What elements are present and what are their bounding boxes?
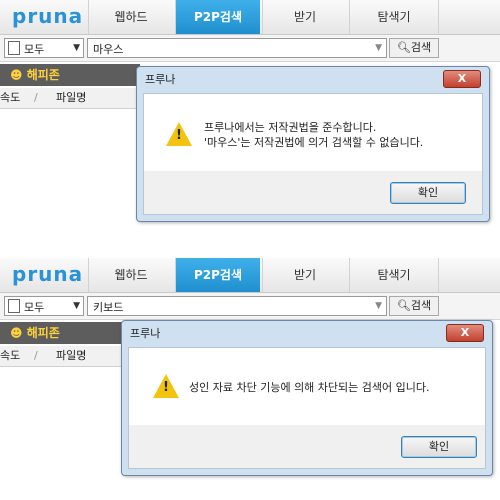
tab-explorer[interactable]: 탐색기	[349, 258, 439, 292]
smiley-icon: ☻	[10, 326, 27, 340]
search-query-text: 키보드	[93, 301, 124, 314]
tab-downloads[interactable]: 받기	[262, 258, 347, 292]
pruna-logo: pruna	[12, 4, 84, 28]
search-scope-dropdown[interactable]: 모두 ▼	[4, 38, 84, 58]
tab-webhard[interactable]: 웹하드	[88, 258, 173, 292]
tab-p2p-search[interactable]: P2P검색	[175, 258, 260, 292]
column-filename[interactable]: 파일명	[56, 88, 86, 108]
search-button-label: 검색	[410, 299, 432, 312]
dialog-message-line-2: '마우스'는 저작권법에 의거 검색할 수 없습니다.	[204, 136, 424, 149]
search-scope-value: 모두	[24, 301, 45, 314]
happy-zone-label: 해피존	[26, 68, 60, 82]
search-bar: 모두 ▼ 키보드 ▼ 🔍︎검색	[0, 293, 500, 320]
screenshot-panel-2: pruna 웹하드 P2P검색 받기 탐색기 모두 ▼ 키보드 ▼ 🔍︎검색 ☻…	[0, 258, 500, 498]
smiley-icon: ☻	[10, 68, 27, 82]
dialog-message-line-1: 성인 자료 차단 기능에 의해 차단되는 검색어 입니다.	[189, 381, 430, 394]
search-scope-value: 모두	[24, 43, 45, 56]
document-icon	[8, 299, 20, 313]
chevron-down-icon: ▼	[73, 301, 80, 311]
column-filename[interactable]: 파일명	[56, 346, 86, 366]
column-separator: /	[34, 349, 38, 362]
column-header: 속도 / 파일명	[0, 346, 140, 367]
pruna-logo: pruna	[12, 262, 84, 286]
column-separator: /	[34, 91, 38, 104]
dialog-body: ! 성인 자료 차단 기능에 의해 차단되는 검색어 입니다.	[128, 347, 486, 427]
magnifier-icon: 🔍︎	[396, 41, 411, 54]
ok-button[interactable]: 확인	[401, 436, 477, 458]
search-button[interactable]: 🔍︎검색	[389, 38, 439, 58]
document-icon	[8, 41, 20, 55]
close-button[interactable]: X	[446, 324, 484, 342]
warning-icon: !	[153, 374, 179, 398]
search-query-text: 마우스	[93, 43, 124, 56]
alert-dialog: 프루나 X ! 프루나에서는 저작권법을 준수합니다. '마우스'는 저작권법에…	[136, 66, 490, 222]
happy-zone-header[interactable]: ☻ 해피존	[0, 64, 140, 86]
result-list	[0, 109, 140, 240]
happy-zone-header[interactable]: ☻ 해피존	[0, 322, 140, 344]
top-navigation: pruna 웹하드 P2P검색 받기 탐색기	[0, 0, 500, 35]
search-input[interactable]: 키보드 ▼	[87, 296, 387, 316]
search-bar: 모두 ▼ 마우스 ▼ 🔍︎검색	[0, 35, 500, 62]
search-button[interactable]: 🔍︎검색	[389, 296, 439, 316]
dialog-message-line-1: 프루나에서는 저작권법을 준수합니다.	[204, 121, 377, 134]
close-button[interactable]: X	[443, 70, 481, 88]
chevron-down-icon[interactable]: ▼	[375, 43, 382, 53]
chevron-down-icon[interactable]: ▼	[375, 301, 382, 311]
happy-zone-label: 해피존	[26, 326, 60, 340]
column-header: 속도 / 파일명	[0, 88, 140, 109]
column-speed[interactable]: 속도	[0, 88, 20, 108]
tab-webhard[interactable]: 웹하드	[88, 0, 173, 34]
tab-p2p-search[interactable]: P2P검색	[175, 0, 260, 34]
search-button-label: 검색	[410, 41, 432, 54]
warning-icon: !	[166, 122, 192, 146]
magnifier-icon: 🔍︎	[396, 299, 411, 312]
dialog-footer: 확인	[143, 171, 483, 215]
search-scope-dropdown[interactable]: 모두 ▼	[4, 296, 84, 316]
top-navigation: pruna 웹하드 P2P검색 받기 탐색기	[0, 258, 500, 293]
alert-dialog: 프루나 X ! 성인 자료 차단 기능에 의해 차단되는 검색어 입니다. 확인	[121, 320, 493, 476]
column-speed[interactable]: 속도	[0, 346, 20, 366]
screenshot-panel-1: pruna 웹하드 P2P검색 받기 탐색기 모두 ▼ 마우스 ▼ 🔍︎검색 ☻…	[0, 0, 500, 240]
result-list	[0, 367, 140, 498]
chevron-down-icon: ▼	[73, 43, 80, 53]
tab-downloads[interactable]: 받기	[262, 0, 347, 34]
ok-button[interactable]: 확인	[390, 182, 466, 204]
dialog-footer: 확인	[128, 425, 486, 469]
tab-explorer[interactable]: 탐색기	[349, 0, 439, 34]
dialog-title: 프루나	[130, 327, 161, 340]
dialog-title: 프루나	[145, 73, 176, 86]
dialog-body: ! 프루나에서는 저작권법을 준수합니다. '마우스'는 저작권법에 의거 검색…	[143, 93, 483, 173]
search-input[interactable]: 마우스 ▼	[87, 38, 387, 58]
